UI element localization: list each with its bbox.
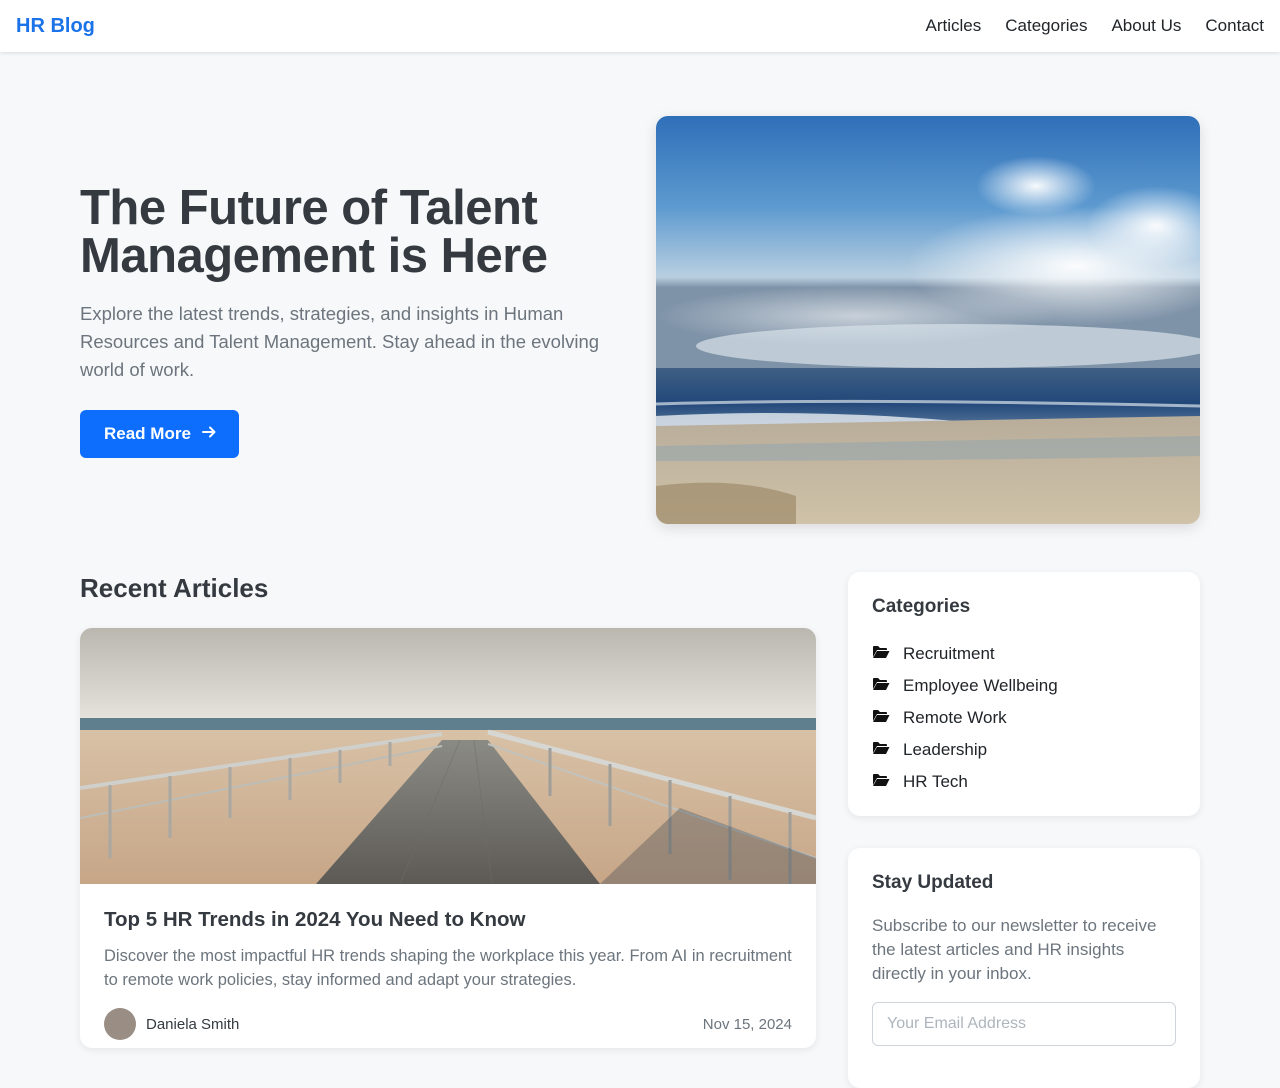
folder-open-icon	[872, 740, 890, 761]
article-date: Nov 15, 2024	[702, 1015, 792, 1033]
folder-open-icon	[872, 708, 890, 729]
nav-links: Articles Categories About Us Contact	[926, 16, 1264, 36]
categories-widget: Categories Recruitment Employee Wellbein…	[848, 572, 1200, 816]
article-meta: Daniela Smith Nov 15, 2024	[104, 1008, 792, 1040]
category-label: Leadership	[903, 740, 988, 759]
folder-open-icon	[872, 644, 890, 665]
newsletter-widget: Stay Updated Subscribe to our newsletter…	[848, 848, 1200, 1088]
hero-title: The Future of Talent Management is Here	[80, 181, 548, 283]
category-label: HR Tech	[903, 772, 968, 791]
category-item-remote-work[interactable]: Remote Work	[872, 702, 1176, 734]
read-more-button[interactable]: Read More	[80, 410, 239, 458]
category-label: Remote Work	[903, 708, 1007, 727]
category-label: Employee Wellbeing	[903, 676, 1058, 695]
article-image	[80, 628, 816, 884]
category-label: Recruitment	[903, 644, 995, 663]
read-more-label: Read More	[104, 424, 191, 443]
article-author: Daniela Smith	[104, 1008, 239, 1040]
category-item-recruitment[interactable]: Recruitment	[872, 638, 1176, 670]
recent-articles-heading: Recent Articles	[80, 573, 269, 603]
top-navbar: HR Blog Articles Categories About Us Con…	[0, 0, 1280, 52]
avatar	[104, 1008, 136, 1040]
categories-list: Recruitment Employee Wellbeing Remote Wo…	[872, 638, 1176, 798]
nav-link-articles[interactable]: Articles	[926, 16, 982, 36]
newsletter-email-input[interactable]	[872, 1002, 1176, 1046]
categories-title: Categories	[872, 596, 971, 617]
brand-logo[interactable]: HR Blog	[16, 15, 95, 38]
hero-image	[656, 116, 1200, 524]
newsletter-title: Stay Updated	[872, 872, 994, 893]
article-excerpt: Discover the most impactful HR trends sh…	[104, 947, 792, 989]
nav-link-categories[interactable]: Categories	[1005, 16, 1087, 36]
folder-open-icon	[872, 676, 890, 697]
hero-subtitle: Explore the latest trends, strategies, a…	[80, 303, 600, 380]
folder-open-icon	[872, 772, 890, 793]
author-name: Daniela Smith	[146, 1015, 240, 1033]
hero-text: The Future of Talent Management is Here …	[80, 184, 640, 458]
nav-link-about-us[interactable]: About Us	[1111, 16, 1181, 36]
article-title[interactable]: Top 5 HR Trends in 2024 You Need to Know	[104, 908, 792, 932]
nav-link-contact[interactable]: Contact	[1205, 16, 1264, 36]
newsletter-description: Subscribe to our newsletter to receive t…	[872, 916, 1157, 983]
category-item-hr-tech[interactable]: HR Tech	[872, 766, 1176, 798]
article-body: Top 5 HR Trends in 2024 You Need to Know…	[80, 884, 816, 1040]
category-item-employee-wellbeing[interactable]: Employee Wellbeing	[872, 670, 1176, 702]
arrow-right-icon	[201, 424, 217, 445]
category-item-leadership[interactable]: Leadership	[872, 734, 1176, 766]
article-card[interactable]: Top 5 HR Trends in 2024 You Need to Know…	[80, 628, 816, 1048]
